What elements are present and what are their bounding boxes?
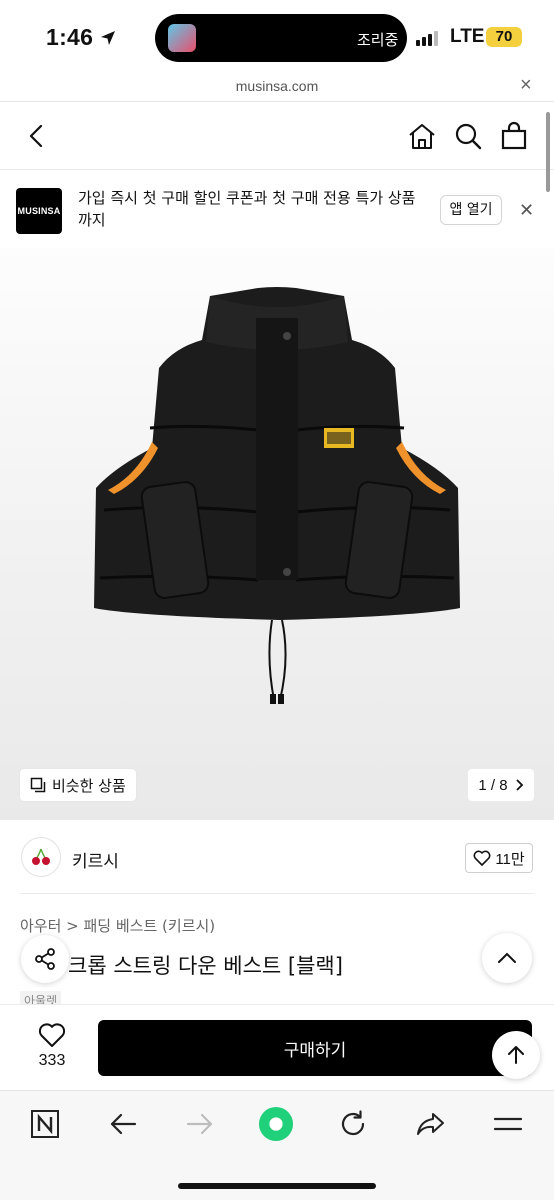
arrow-up-icon: [508, 1046, 524, 1064]
cherry-icon: [32, 848, 50, 865]
breadcrumb[interactable]: 아우터 > 패딩 베스트 (키르시): [20, 915, 215, 936]
heart-icon: [473, 850, 491, 866]
divider: [20, 893, 534, 894]
now-playing-thumbnail: [168, 24, 196, 52]
app-header: [0, 102, 554, 170]
product-title-text: 크롭 스트링 다운 베스트 [블랙]: [68, 954, 343, 978]
location-arrow-icon: [101, 30, 116, 45]
battery-indicator: 70: [486, 27, 522, 47]
brand-name[interactable]: 키르시: [72, 847, 119, 872]
now-playing-label: 조리중: [357, 31, 399, 49]
clock-time: 1:46: [46, 24, 94, 50]
refresh-icon[interactable]: [335, 1106, 371, 1142]
copy-icon: [30, 777, 46, 793]
clock: 1:46: [46, 24, 117, 51]
close-icon[interactable]: ×: [520, 74, 532, 97]
buy-button[interactable]: 구매하기: [98, 1020, 532, 1076]
chevron-right-icon: [515, 779, 523, 791]
image-pager[interactable]: 1 / 8: [468, 769, 534, 801]
close-banner-icon[interactable]: ✕: [519, 200, 534, 221]
wishlist-count: 333: [38, 1052, 66, 1069]
home-icon[interactable]: [406, 120, 438, 152]
url-text[interactable]: musinsa.com: [0, 78, 554, 94]
banner-message: 가입 즉시 첫 구매 할인 쿠폰과 첫 구매 전용 특가 상품까지: [78, 189, 416, 229]
vest-image: [94, 287, 460, 704]
heart-outline-icon: [38, 1023, 66, 1047]
status-bar: 1:46 조리중 LTE 70: [0, 0, 554, 74]
wishlist-button[interactable]: [30, 1022, 74, 1053]
naver-n-icon[interactable]: [27, 1106, 63, 1142]
product-image-gallery[interactable]: [0, 248, 554, 820]
chevron-up-icon: [498, 952, 516, 963]
green-dot-icon[interactable]: [258, 1106, 294, 1142]
back-chevron-icon[interactable]: [20, 120, 52, 152]
browser-url-bar[interactable]: musinsa.com ×: [0, 74, 554, 102]
similar-products-label: 비슷한 상품: [52, 776, 126, 795]
signal-bars-icon: [416, 30, 438, 46]
brand-avatar[interactable]: [21, 837, 61, 877]
forward-arrow-icon[interactable]: [182, 1106, 218, 1142]
musinsa-logo: MUSINSA: [16, 188, 62, 234]
network-type: LTE: [450, 26, 485, 47]
share-icon: [35, 948, 55, 970]
brand-like-button[interactable]: 11만: [465, 843, 533, 873]
menu-icon[interactable]: [490, 1106, 526, 1142]
shopping-bag-icon[interactable]: [498, 120, 530, 152]
home-indicator[interactable]: [178, 1183, 376, 1189]
open-app-button[interactable]: 앱 열기: [440, 195, 502, 225]
scroll-to-top-button[interactable]: [492, 1031, 540, 1079]
share-arrow-icon[interactable]: [412, 1106, 448, 1142]
pager-text: 1 / 8: [478, 776, 508, 794]
collapse-button[interactable]: [482, 933, 532, 983]
back-arrow-icon[interactable]: [105, 1106, 141, 1142]
share-button[interactable]: [21, 935, 69, 983]
search-icon[interactable]: [452, 120, 484, 152]
similar-products-button[interactable]: 비슷한 상품: [20, 769, 136, 801]
brand-like-count: 11만: [495, 850, 525, 868]
